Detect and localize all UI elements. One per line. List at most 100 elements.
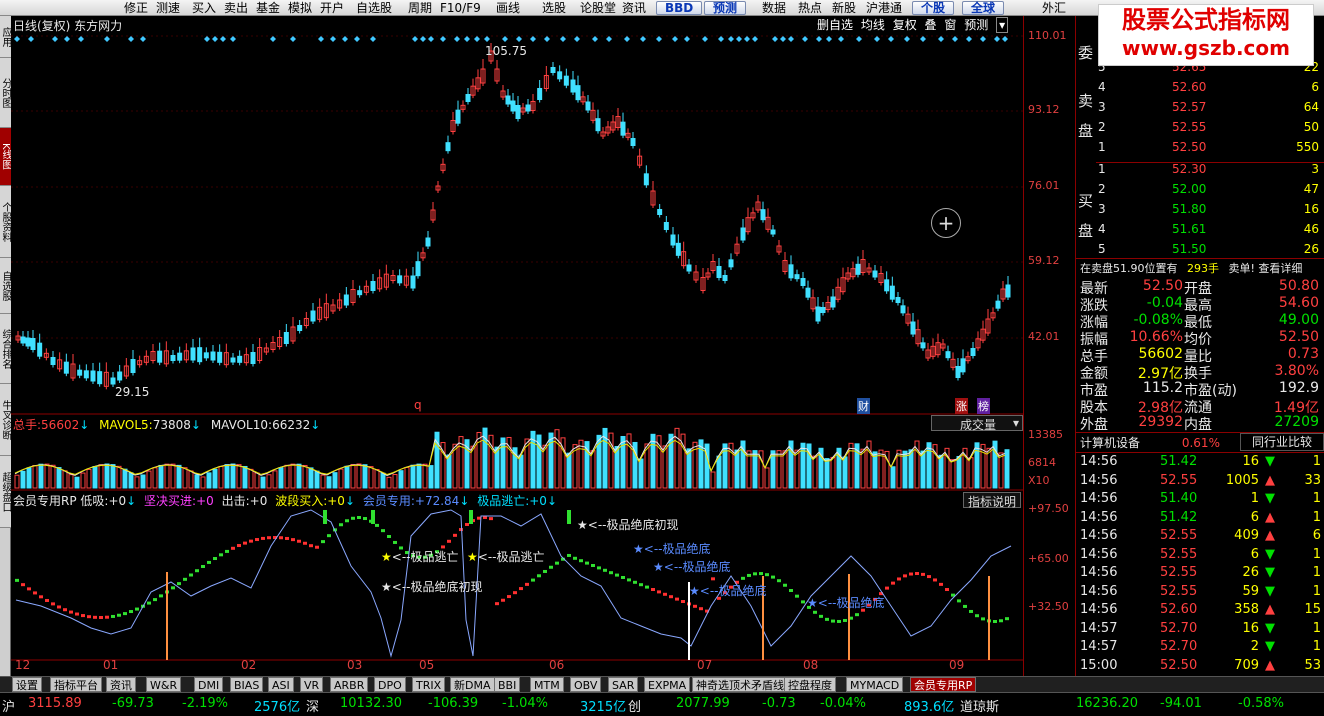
toolbar-item-open[interactable]: 开户 xyxy=(320,0,344,15)
indicator-tab[interactable]: SAR xyxy=(608,677,639,692)
zoom-plus-icon[interactable]: + xyxy=(931,208,961,238)
buy-row[interactable]: 4 51.61 46 xyxy=(1076,222,1324,242)
chevron-down-icon[interactable]: ▾ xyxy=(996,17,1009,33)
indicator-tab[interactable]: VR xyxy=(300,677,324,692)
industry-compare-button[interactable]: 同行业比较 xyxy=(1240,433,1324,451)
vtab-watchlist[interactable]: 自选股 xyxy=(0,258,11,314)
indicator-dot xyxy=(291,538,295,542)
indicator-tab[interactable]: 新DMA xyxy=(450,677,495,692)
volume-indicator-dropdown[interactable]: 成交量 ▾ xyxy=(931,415,1023,432)
indicator-tab[interactable]: 会员专用RP xyxy=(910,677,977,692)
dj-index[interactable]: 16236.20 xyxy=(1076,696,1138,711)
indicator-tab[interactable]: W&R xyxy=(146,677,182,692)
toolbar-item-period[interactable]: 周期 xyxy=(408,0,432,15)
indicator-tab[interactable]: MYMACD xyxy=(846,677,904,692)
annotation-text: <--极品绝底初现 xyxy=(587,518,679,532)
volume-bar xyxy=(332,472,338,489)
indicator-tab[interactable]: TRIX xyxy=(412,677,446,692)
volume: 64 xyxy=(1303,100,1319,114)
toolbar-item-sim[interactable]: 模拟 xyxy=(288,0,312,15)
sell-row[interactable]: 2 52.55 50 xyxy=(1076,120,1324,140)
ma-button[interactable]: 均线 xyxy=(861,18,885,32)
toolbar-item-pick[interactable]: 选股 xyxy=(542,0,566,15)
indicator-tab[interactable]: BBI xyxy=(494,677,521,692)
volume-bar xyxy=(254,472,260,489)
overlay-button[interactable]: 叠 xyxy=(925,18,937,32)
billboard-marker[interactable]: 榜 xyxy=(977,398,990,414)
sz-index[interactable]: 10132.30 xyxy=(340,696,402,711)
indicator-tab[interactable]: DPO xyxy=(374,677,406,692)
global-button[interactable]: 全球 xyxy=(962,1,1005,15)
toolbar-item-watchlist[interactable]: 自选股 xyxy=(356,0,392,15)
vtab-intraday[interactable]: 分时图 xyxy=(0,58,11,128)
toolbar-item-buy[interactable]: 买入 xyxy=(192,0,216,15)
industry-name[interactable]: 计算机设备 xyxy=(1080,436,1140,450)
adjust-button[interactable]: 复权 xyxy=(893,18,917,32)
volume-bar xyxy=(146,470,152,489)
vtab-kline[interactable]: K线图 xyxy=(0,128,11,186)
tick-price: 52.70 xyxy=(1160,620,1198,636)
toolbar-item-hk[interactable]: 沪港通 xyxy=(866,0,902,15)
toolbar-item-fund[interactable]: 基金 xyxy=(256,0,280,15)
candle-body xyxy=(889,285,895,300)
indicator-dot xyxy=(495,602,499,606)
indicator-tab[interactable]: 资讯 xyxy=(106,677,136,692)
star-icon: ★ xyxy=(633,542,644,556)
indicator-tab[interactable]: 神奇选顶术矛盾线 xyxy=(692,677,788,692)
chart-predict-button[interactable]: 预测 xyxy=(964,18,988,32)
buy-row[interactable]: 3 51.80 16 xyxy=(1076,202,1324,222)
vtab-ranking[interactable]: 综合排名 xyxy=(0,314,11,384)
del-watch-button[interactable]: 删自选 xyxy=(817,18,853,32)
indicator-tab[interactable]: OBV xyxy=(570,677,602,692)
indicator-dot xyxy=(675,597,679,601)
volume-bar xyxy=(320,474,326,489)
finance-marker[interactable]: 财 xyxy=(857,398,870,414)
signal-diamond-icon xyxy=(212,36,218,42)
buy-row[interactable]: 2 52.00 47 xyxy=(1076,182,1324,202)
toolbar-item-sell[interactable]: 卖出 xyxy=(224,0,248,15)
sell-row[interactable]: 3 52.57 64 xyxy=(1076,100,1324,120)
toolbar-item-news[interactable]: 资讯 xyxy=(622,0,646,15)
order-notice[interactable]: 在卖盘51.90位置有 293手 卖单! 查看详细 xyxy=(1080,260,1302,276)
indicator-explain-button[interactable]: 指标说明 xyxy=(963,492,1021,509)
sell-row[interactable]: 4 52.60 6 xyxy=(1076,80,1324,100)
indicator-tab[interactable]: MTM xyxy=(530,677,564,692)
cy-index[interactable]: 2077.99 xyxy=(676,696,730,711)
toolbar-item-f10[interactable]: F10/F9 xyxy=(440,0,481,15)
bbd-button[interactable]: BBD xyxy=(656,1,703,15)
indicator-tab[interactable]: BIAS xyxy=(230,677,264,692)
toolbar-item-data[interactable]: 数据 xyxy=(762,0,786,15)
chart-area[interactable]: 日线(复权) 东方网力 删自选 均线 复权 叠 窗 预测 ▾ 105.75 29… xyxy=(11,16,1023,688)
window-button[interactable]: 窗 xyxy=(944,18,956,32)
toolbar-item-ipo[interactable]: 新股 xyxy=(832,0,856,15)
cy-pct: -0.04% xyxy=(820,696,866,711)
signal-diamond-icon xyxy=(128,36,134,42)
toolbar-item-forum[interactable]: 论股堂 xyxy=(580,0,616,15)
limit-up-marker[interactable]: 涨 xyxy=(955,398,968,414)
buy-row[interactable]: 5 51.50 26 xyxy=(1076,242,1324,262)
stock-button[interactable]: 个股 xyxy=(912,1,955,15)
buy-row[interactable]: 1 52.30 3 xyxy=(1076,162,1324,182)
vtab-profile[interactable]: 个股资料 xyxy=(0,186,11,258)
toolbar-item-speed[interactable]: 测速 xyxy=(156,0,180,15)
kline-chart[interactable] xyxy=(11,16,1023,688)
predict-button[interactable]: 预测 xyxy=(704,1,747,15)
toolbar-item-draw[interactable]: 画线 xyxy=(496,0,520,15)
indicator-tab[interactable]: 控盘程度 xyxy=(784,677,836,692)
indicator-tab[interactable]: 设置 xyxy=(12,677,42,692)
indicator-tab[interactable]: EXPMA xyxy=(644,677,691,692)
indicator-tab[interactable]: ARBR xyxy=(330,677,369,692)
sh-index[interactable]: 3115.89 xyxy=(28,696,82,711)
vtab-superbook[interactable]: 超级盘口 xyxy=(0,456,11,528)
indicator-tab[interactable]: DMI xyxy=(194,677,224,692)
sell-row[interactable]: 1 52.50 550 xyxy=(1076,140,1324,160)
vtab-apps[interactable]: 应用 xyxy=(0,16,11,58)
indicator-tab[interactable]: ASI xyxy=(268,677,294,692)
indicator-dot xyxy=(801,600,805,604)
toolbar-item-fix[interactable]: 修正 xyxy=(124,0,148,15)
indicator-tab[interactable]: 指标平台 xyxy=(50,677,102,692)
vtab-diagnosis[interactable]: 牛叉诊断 xyxy=(0,384,11,456)
candle-body xyxy=(357,290,363,296)
toolbar-item-fx[interactable]: 外汇 xyxy=(1042,0,1066,15)
toolbar-item-hot[interactable]: 热点 xyxy=(798,0,822,15)
